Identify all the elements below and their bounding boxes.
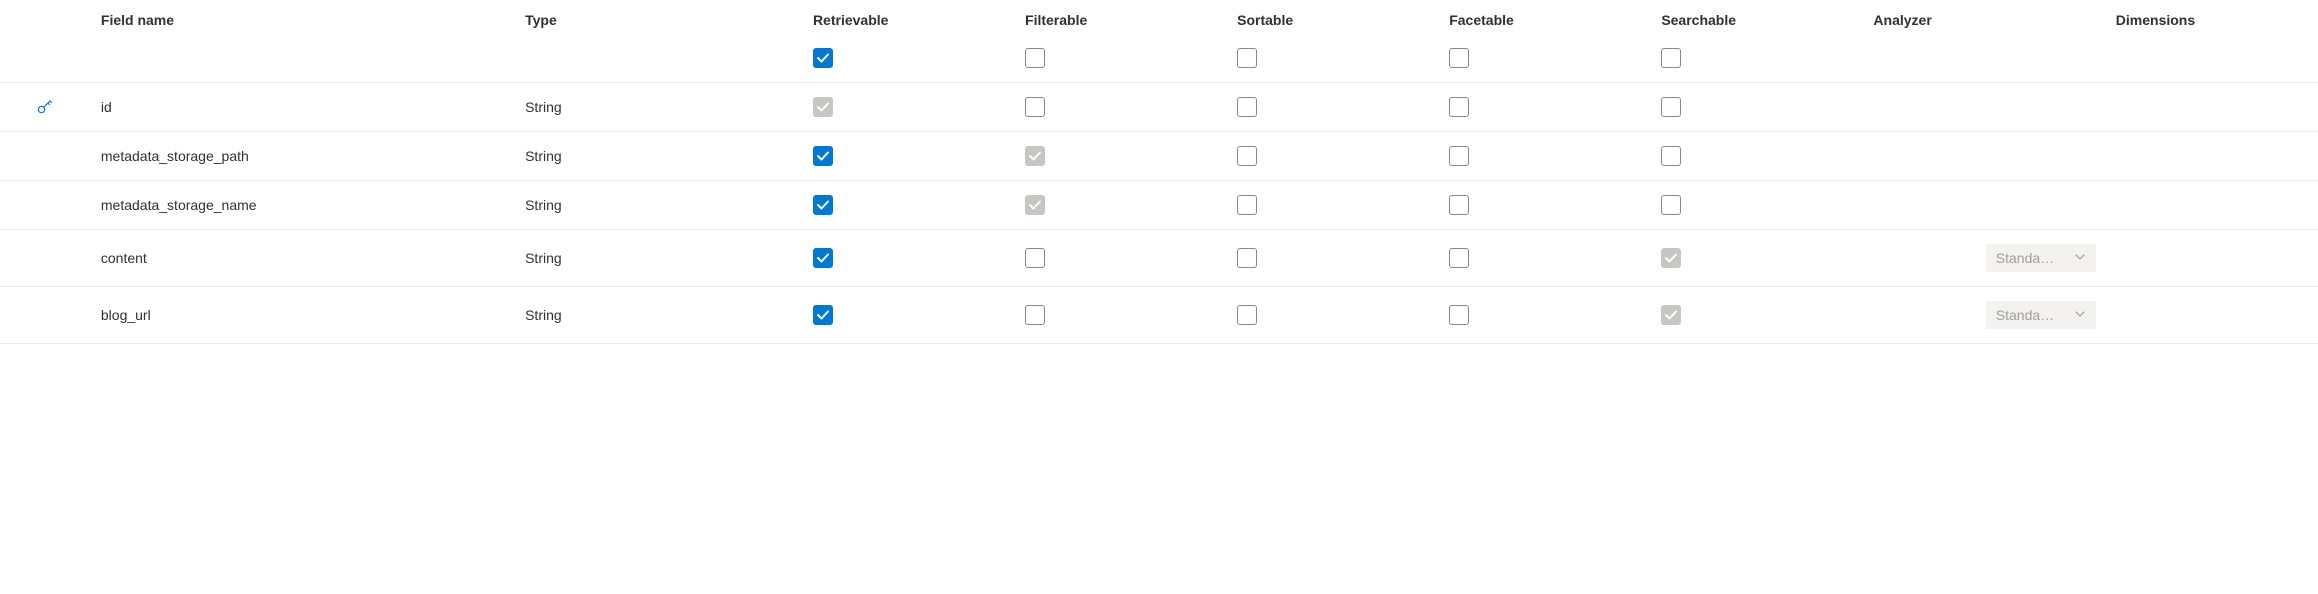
- filterable-checkbox[interactable]: [1025, 305, 1045, 325]
- retrievable-checkbox[interactable]: [813, 146, 833, 166]
- header-facetable-checkbox[interactable]: [1449, 49, 1469, 65]
- header-facetable: Facetable: [1439, 0, 1651, 40]
- type-cell: String: [515, 181, 803, 230]
- table-row: metadata_storage_nameString: [0, 181, 2318, 230]
- facetable-checkbox[interactable]: [1449, 97, 1469, 117]
- table-row: blog_urlString Standa…: [0, 287, 2318, 344]
- sortable-checkbox[interactable]: [1237, 146, 1257, 166]
- type-cell: String: [515, 287, 803, 344]
- searchable-checkbox[interactable]: [1661, 195, 1681, 215]
- header-searchable: Searchable: [1651, 0, 1863, 40]
- facetable-checkbox[interactable]: [1449, 248, 1469, 268]
- searchable-checkbox[interactable]: [1661, 146, 1681, 166]
- filterable-checkbox[interactable]: [1025, 195, 1045, 215]
- searchable-checkbox[interactable]: [1661, 305, 1681, 325]
- sortable-checkbox[interactable]: [1237, 305, 1257, 325]
- header-analyzer: Analyzer: [1863, 0, 2105, 40]
- field-name-cell: metadata_storage_path: [91, 132, 515, 181]
- chevron-down-icon: [2074, 250, 2086, 266]
- field-name-cell: metadata_storage_name: [91, 181, 515, 230]
- type-cell: String: [515, 83, 803, 132]
- table-row: metadata_storage_pathString: [0, 132, 2318, 181]
- field-name-cell: blog_url: [91, 287, 515, 344]
- field-name-cell: id: [91, 83, 515, 132]
- table-row: idString: [0, 83, 2318, 132]
- type-cell: String: [515, 132, 803, 181]
- header-key-col: [0, 0, 91, 40]
- header-sortable-checkbox[interactable]: [1237, 49, 1257, 65]
- filterable-checkbox[interactable]: [1025, 248, 1045, 268]
- sortable-checkbox[interactable]: [1237, 248, 1257, 268]
- fields-table: Field name Type Retrievable Filterable S…: [0, 0, 2318, 344]
- header-dimensions: Dimensions: [2106, 0, 2318, 40]
- key-icon: [35, 98, 55, 114]
- analyzer-label: Standa…: [1996, 250, 2054, 266]
- chevron-down-icon: [2074, 307, 2086, 323]
- header-field-name: Field name: [91, 0, 515, 40]
- type-cell: String: [515, 230, 803, 287]
- retrievable-checkbox[interactable]: [813, 195, 833, 215]
- retrievable-checkbox[interactable]: [813, 305, 833, 325]
- filterable-checkbox[interactable]: [1025, 146, 1045, 166]
- searchable-checkbox[interactable]: [1661, 248, 1681, 268]
- header-type: Type: [515, 0, 803, 40]
- sortable-checkbox[interactable]: [1237, 195, 1257, 215]
- header-retrievable-checkbox[interactable]: [813, 49, 833, 65]
- analyzer-label: Standa…: [1996, 307, 2054, 323]
- header-sortable: Sortable: [1227, 0, 1439, 40]
- header-filterable-checkbox[interactable]: [1025, 49, 1045, 65]
- facetable-checkbox[interactable]: [1449, 146, 1469, 166]
- field-name-cell: content: [91, 230, 515, 287]
- filterable-checkbox[interactable]: [1025, 97, 1045, 117]
- analyzer-dropdown[interactable]: Standa…: [1986, 301, 2096, 329]
- header-filterable: Filterable: [1015, 0, 1227, 40]
- sortable-checkbox[interactable]: [1237, 97, 1257, 117]
- analyzer-dropdown[interactable]: Standa…: [1986, 244, 2096, 272]
- retrievable-checkbox[interactable]: [813, 97, 833, 117]
- retrievable-checkbox[interactable]: [813, 248, 833, 268]
- header-retrievable: Retrievable: [803, 0, 1015, 40]
- table-header-row: Field name Type Retrievable Filterable S…: [0, 0, 2318, 40]
- facetable-checkbox[interactable]: [1449, 305, 1469, 325]
- searchable-checkbox[interactable]: [1661, 97, 1681, 117]
- table-subheader-row: [0, 40, 2318, 83]
- header-searchable-checkbox[interactable]: [1661, 49, 1681, 65]
- facetable-checkbox[interactable]: [1449, 195, 1469, 215]
- table-row: contentString Standa…: [0, 230, 2318, 287]
